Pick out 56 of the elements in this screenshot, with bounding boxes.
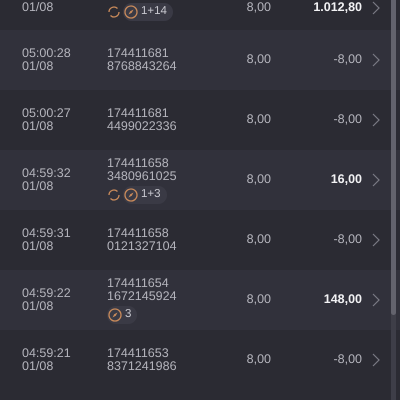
date-text: 01/08 [22, 360, 54, 374]
date-text: 01/08 [22, 60, 54, 74]
ticket-id: 174411654 [107, 276, 169, 290]
stake-text: 8,00 [246, 353, 271, 367]
count-badge: 1+3 [123, 186, 167, 204]
ticket-id: 174411658 [107, 156, 169, 170]
ticket-id: 1672145924 [107, 290, 177, 304]
ticket-id: 0121327104 [107, 240, 177, 254]
time-text: 05:00:27 [22, 106, 71, 120]
compass-icon [108, 308, 122, 322]
transaction-row[interactable]: 05:00:28 01/08 174411681 8768843264 8,00 -8,00 [0, 30, 400, 90]
ticket-id: 174411658 [107, 226, 169, 240]
time-text: 04:59:31 [22, 226, 71, 240]
stake-text: 8,00 [246, 113, 271, 127]
scrollbar-thumb[interactable] [391, 0, 396, 315]
chevron-icon [372, 113, 380, 127]
time-text: 05:00:28 [22, 46, 71, 60]
date-text: 01/08 [22, 1, 54, 14]
time-text: 04:59:32 [22, 166, 71, 180]
amount-text: -8,00 [334, 113, 362, 127]
ticket-id: 174411653 [107, 346, 169, 360]
amount-text: 1.012,80 [313, 1, 362, 14]
date-text: 01/08 [22, 240, 54, 254]
date-text: 01/08 [22, 300, 54, 314]
chevron-icon [372, 53, 380, 67]
amount-text: -8,00 [334, 233, 362, 247]
amount-text: 16,00 [330, 173, 362, 187]
stake-text: 8,00 [246, 173, 271, 187]
chevron-icon [372, 353, 380, 367]
ticket-id: 4499022336 [107, 120, 177, 134]
date-text: 01/08 [22, 120, 54, 134]
stake-text: 8,00 [246, 1, 271, 14]
count-badge: 3 [107, 306, 138, 324]
ticket-id: 8371241986 [107, 360, 177, 374]
stake-text: 8,00 [246, 233, 271, 247]
stake-text: 8,00 [246, 53, 271, 67]
amount-text: -8,00 [334, 53, 362, 67]
compass-icon [124, 5, 138, 19]
ticket-id: 174411681 [107, 106, 169, 120]
chevron-icon [372, 233, 380, 247]
date-text: 01/08 [22, 180, 54, 194]
stake-text: 8,00 [246, 293, 271, 307]
amount-text: 148,00 [324, 293, 362, 307]
chevron-icon [372, 1, 380, 15]
time-text: 04:59:22 [22, 286, 71, 300]
chevron-icon [372, 293, 380, 307]
chevron-icon [372, 173, 380, 187]
time-text: 04:59:21 [22, 346, 71, 360]
transaction-row[interactable]: 04:59:32 01/08 174411658 3480961025 1+3 8,00 16,00 [0, 150, 400, 210]
ticket-id: 3480961025 [107, 170, 177, 184]
compass-icon [124, 188, 138, 202]
amount-text: -8,00 [334, 353, 362, 367]
ticket-id: 174411681 [107, 46, 169, 60]
transaction-row[interactable]: 04:59:22 01/08 174411654 1672145924 3 8,00 148,00 [0, 270, 400, 330]
ticket-id: 8768843264 [107, 60, 177, 74]
count-badge: 1+14 [123, 3, 173, 21]
